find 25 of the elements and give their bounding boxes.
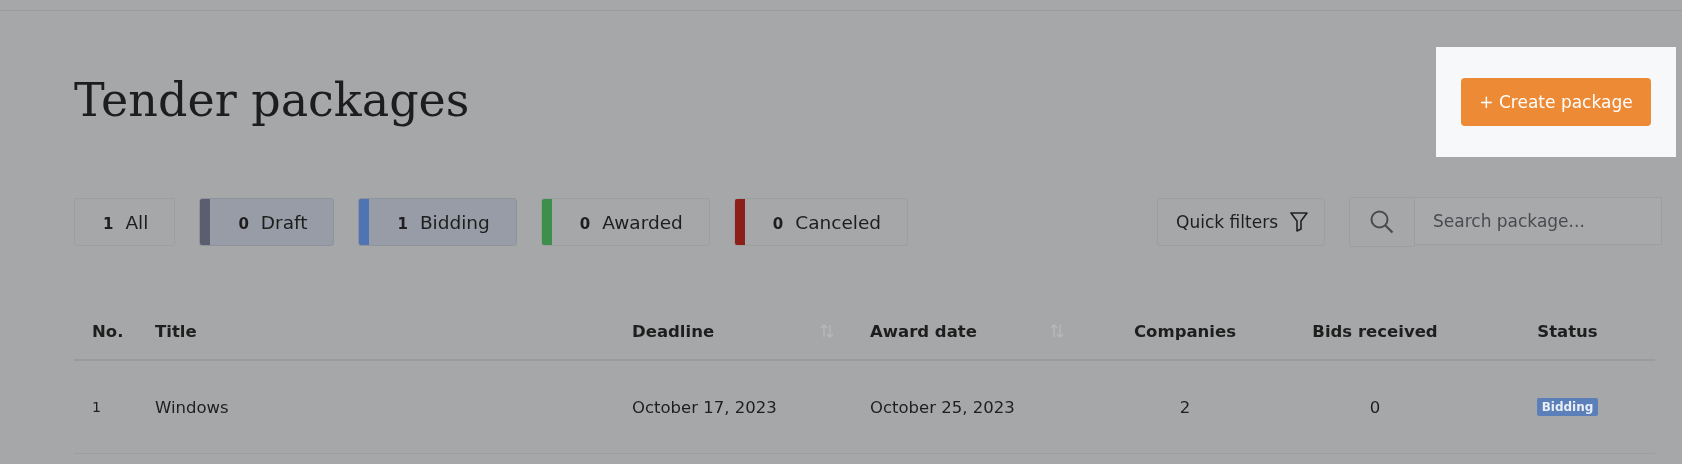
table-cell: October 25, 2023 [870, 397, 1015, 417]
column-header[interactable]: Deadline [632, 303, 870, 361]
status-filter-tab[interactable]: 0 Canceled [733, 198, 909, 246]
table-cell: Windows [155, 397, 229, 417]
quick-filters-button[interactable]: Quick filters [1157, 198, 1325, 246]
table-cell: October 17, 2023 [632, 397, 777, 417]
table-cell: 2 [1179, 397, 1191, 417]
column-header: Companies [1100, 303, 1270, 361]
column-header: Bids received [1270, 303, 1480, 361]
column-header: No. [74, 303, 155, 361]
column-header: Title [155, 303, 632, 361]
search-icon [1369, 209, 1395, 235]
status-filter-tab[interactable]: 0 Draft [199, 198, 335, 246]
status-filter-tab[interactable]: 0 Awarded [540, 198, 710, 246]
status-badge: Bidding [1536, 398, 1599, 416]
search-field[interactable]: Search package... [1415, 197, 1662, 245]
page-title: Tender packages [74, 73, 470, 127]
status-filter-tab[interactable]: 1 Bidding [358, 198, 517, 246]
status-filter-tab[interactable]: 1 All [74, 198, 176, 246]
table-cell: 0 [1369, 397, 1381, 417]
column-header[interactable]: Award date [870, 303, 1100, 361]
search-button[interactable] [1349, 197, 1415, 247]
filter-icon [1290, 212, 1308, 232]
column-header: Status [1480, 303, 1655, 361]
table-cell: 1 [92, 399, 101, 415]
